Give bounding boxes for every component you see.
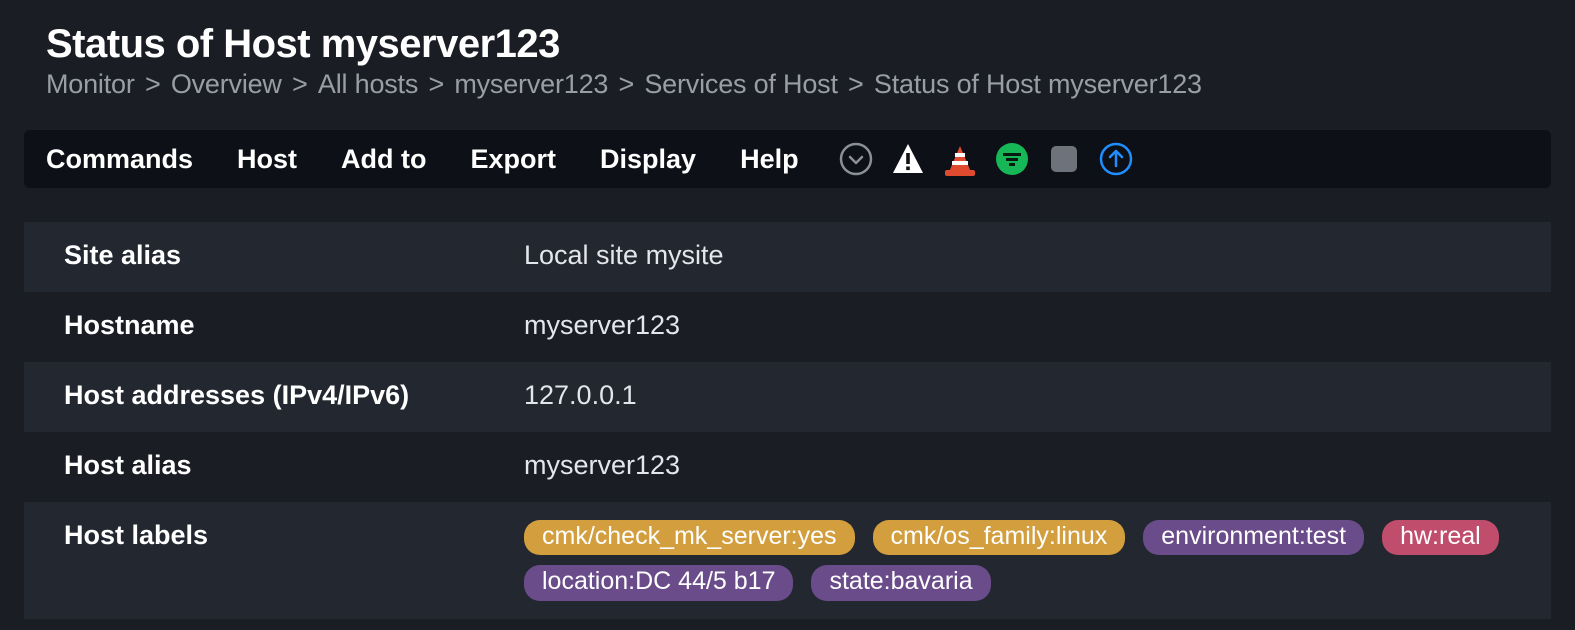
arrow-up-circle-icon[interactable] <box>1099 142 1133 176</box>
host-label-tag[interactable]: state:bavaria <box>811 565 990 600</box>
host-label-tag[interactable]: location:DC 44/5 b17 <box>524 565 793 600</box>
breadcrumb-item[interactable]: myserver123 <box>454 69 608 99</box>
breadcrumb-item[interactable]: Services of Host <box>644 69 837 99</box>
chevron-down-circle-icon[interactable] <box>839 142 873 176</box>
breadcrumb-separator: > <box>282 69 318 99</box>
label-site-alias: Site alias <box>64 240 524 271</box>
row-hostname: Hostname myserver123 <box>24 292 1551 362</box>
value-host-labels: cmk/check_mk_server:yes cmk/os_family:lin… <box>524 520 1551 601</box>
filter-circle-icon[interactable] <box>995 142 1029 176</box>
value-host-addresses: 127.0.0.1 <box>524 380 637 411</box>
breadcrumb-separator: > <box>135 69 171 99</box>
label-host-addresses: Host addresses (IPv4/IPv6) <box>64 380 524 411</box>
row-host-addresses: Host addresses (IPv4/IPv6) 127.0.0.1 <box>24 362 1551 432</box>
value-site-alias: Local site mysite <box>524 240 724 271</box>
host-label-tag[interactable]: hw:real <box>1382 520 1499 555</box>
breadcrumb-separator: > <box>608 69 644 99</box>
breadcrumb: Monitor > Overview > All hosts > myserve… <box>46 69 1575 100</box>
breadcrumb-item[interactable]: Overview <box>171 69 282 99</box>
stop-square-icon[interactable] <box>1047 142 1081 176</box>
host-label-tag[interactable]: cmk/check_mk_server:yes <box>524 520 855 555</box>
breadcrumb-separator: > <box>838 69 874 99</box>
value-hostname: myserver123 <box>524 310 680 341</box>
help-menu[interactable]: Help <box>740 144 799 175</box>
toolbar: Commands Host Add to Export Display Help <box>24 130 1551 188</box>
traffic-cone-icon[interactable] <box>943 142 977 176</box>
breadcrumb-item[interactable]: Monitor <box>46 69 135 99</box>
host-label-tag[interactable]: cmk/os_family:linux <box>873 520 1126 555</box>
label-host-labels: Host labels <box>64 520 524 551</box>
display-menu[interactable]: Display <box>600 144 696 175</box>
export-menu[interactable]: Export <box>471 144 557 175</box>
warning-triangle-icon[interactable] <box>891 142 925 176</box>
details-panel: Site alias Local site mysite Hostname my… <box>24 222 1551 619</box>
commands-menu[interactable]: Commands <box>46 144 193 175</box>
add-to-menu[interactable]: Add to <box>341 144 426 175</box>
breadcrumb-separator: > <box>418 69 454 99</box>
row-host-labels: Host labels cmk/check_mk_server:yes cmk/o… <box>24 502 1551 619</box>
page-title: Status of Host myserver123 <box>46 22 1575 67</box>
label-hostname: Hostname <box>64 310 524 341</box>
row-host-alias: Host alias myserver123 <box>24 432 1551 502</box>
value-host-alias: myserver123 <box>524 450 680 481</box>
breadcrumb-item: Status of Host myserver123 <box>874 69 1202 99</box>
host-menu[interactable]: Host <box>237 144 297 175</box>
row-site-alias: Site alias Local site mysite <box>24 222 1551 292</box>
host-label-tag[interactable]: environment:test <box>1143 520 1364 555</box>
label-host-alias: Host alias <box>64 450 524 481</box>
breadcrumb-item[interactable]: All hosts <box>318 69 418 99</box>
